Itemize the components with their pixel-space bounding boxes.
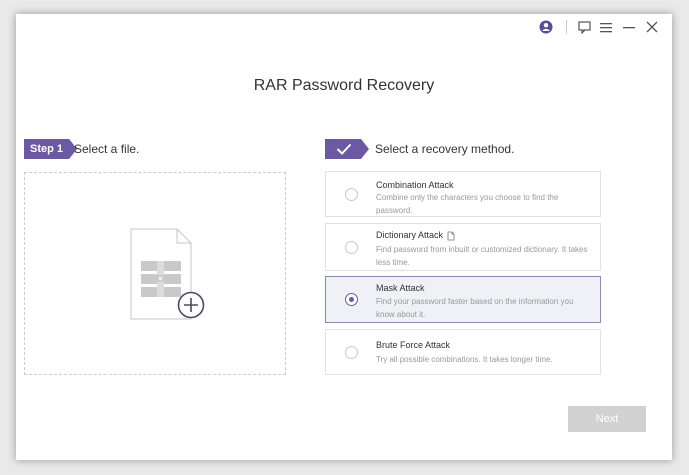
mask-attack-option[interactable]: Mask Attack Find your password faster ba… bbox=[325, 276, 601, 323]
option-description: Find your password faster based on the i… bbox=[376, 297, 574, 319]
step-2-badge bbox=[325, 139, 369, 159]
document-icon[interactable] bbox=[447, 231, 455, 241]
option-description: Try all possible combinations. It takes … bbox=[376, 355, 553, 364]
option-title-row: Dictionary Attack bbox=[376, 230, 455, 241]
option-title: Dictionary Attack bbox=[376, 230, 444, 240]
option-title: Combination Attack bbox=[376, 180, 454, 190]
file-drop-zone[interactable] bbox=[24, 172, 286, 375]
recovery-method-heading: Select a recovery method. bbox=[375, 142, 515, 156]
step-1-badge: Step 1 bbox=[24, 139, 77, 159]
titlebar-divider bbox=[566, 20, 567, 34]
dictionary-attack-option[interactable]: Dictionary Attack Find password from inb… bbox=[325, 223, 601, 271]
checkmark-icon bbox=[336, 143, 352, 155]
option-title: Brute Force Attack bbox=[376, 340, 451, 350]
titlebar bbox=[16, 14, 672, 40]
next-button[interactable]: Next bbox=[568, 406, 646, 432]
account-icon[interactable] bbox=[537, 18, 555, 36]
option-title: Mask Attack bbox=[376, 283, 425, 293]
app-window: RAR Password Recovery Step 1 Select a fi… bbox=[16, 14, 672, 460]
radio-button[interactable] bbox=[345, 188, 358, 201]
radio-button-selected[interactable] bbox=[345, 293, 358, 306]
step-1-text: Select a file. bbox=[74, 142, 140, 156]
feedback-icon[interactable] bbox=[575, 18, 593, 36]
menu-icon[interactable] bbox=[597, 18, 615, 36]
option-description: Combine only the characters you choose t… bbox=[376, 193, 559, 215]
minimize-icon[interactable] bbox=[620, 18, 638, 36]
radio-button[interactable] bbox=[345, 241, 358, 254]
close-icon[interactable] bbox=[643, 18, 661, 36]
add-rar-file-icon bbox=[121, 225, 211, 325]
app-title: RAR Password Recovery bbox=[253, 77, 435, 94]
combination-attack-option[interactable]: Combination Attack Combine only the char… bbox=[325, 171, 601, 217]
brute-force-attack-option[interactable]: Brute Force Attack Try all possible comb… bbox=[325, 329, 601, 375]
option-description: Find password from inbuilt or customized… bbox=[376, 245, 588, 267]
radio-button[interactable] bbox=[345, 346, 358, 359]
